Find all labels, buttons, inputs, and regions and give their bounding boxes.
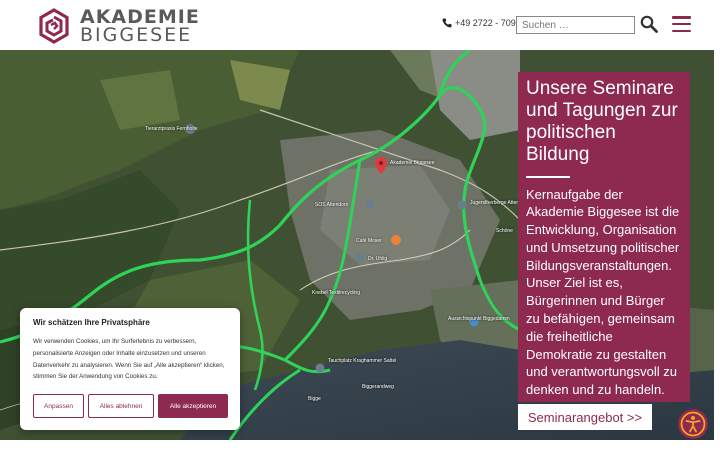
phone-icon: [442, 18, 452, 28]
search-icon: [640, 15, 658, 33]
cookie-text: Wir verwenden Cookies, um Ihr Surferlebn…: [33, 338, 225, 381]
search-button[interactable]: [640, 15, 658, 33]
phone-number: +49 2722 - 709-0: [455, 18, 524, 28]
customize-button[interactable]: Anpassen: [33, 394, 84, 418]
map-label-sos: SOS Attendorn: [315, 202, 349, 208]
map-label-akademie: Akademie Biggesee: [390, 160, 435, 166]
map-label-tauch: Tauchplatz Kraghammer Sattel: [328, 358, 397, 364]
accessibility-icon: [680, 411, 706, 437]
site-logo[interactable]: AKADEMIE BIGGESEE: [36, 8, 200, 46]
panel-title: Unsere Seminare und Tagungen zur politis…: [526, 78, 678, 165]
panel-divider: [526, 176, 570, 178]
hamburger-menu-icon[interactable]: [672, 16, 691, 32]
phone-link[interactable]: +49 2722 - 709-0: [442, 18, 524, 28]
map-label-aussicht: Aussichtspunkt Biggedamm: [448, 316, 510, 322]
map-label-knebel: Knebel Textilrecycling: [312, 290, 360, 296]
map-label-uhlig: Dr. Uhlig: [368, 256, 388, 262]
seminar-offer-button[interactable]: Seminarangebot >>: [518, 404, 652, 430]
map-label-bigge: Bigge: [308, 396, 321, 402]
logo-line-2: BIGGESEE: [80, 24, 193, 46]
page-edge: [714, 50, 720, 440]
spiral-logo-icon: [39, 8, 69, 44]
map-label-cafe: Café Moser: [356, 238, 382, 244]
reject-all-button[interactable]: Alles ablehnen: [88, 394, 154, 418]
map-label-biggerand: Biggerandweg: [362, 384, 394, 390]
cookie-title: Wir schätzen Ihre Privatsphäre: [33, 318, 150, 327]
panel-text: Kernaufgabe der Akademie Biggesee ist di…: [526, 186, 680, 398]
accept-all-button[interactable]: Alle akzeptieren: [158, 394, 228, 418]
cookie-buttons: Anpassen Alles ablehnen Alle akzeptieren: [33, 394, 228, 418]
search-input[interactable]: [516, 16, 635, 34]
map-label-tierarzt: Tierarztpraxis Fernholte: [145, 126, 198, 132]
accessibility-button[interactable]: [678, 409, 708, 439]
info-panel: Unsere Seminare und Tagungen zur politis…: [518, 72, 690, 402]
site-header: AKADEMIE BIGGESEE +49 2722 - 709-0: [0, 0, 720, 50]
page: AKADEMIE BIGGESEE +49 2722 - 709-0 Suche…: [0, 0, 720, 450]
map-label-schone: Schöne: [496, 228, 513, 234]
cookie-banner: Wir schätzen Ihre Privatsphäre Wir verwe…: [20, 308, 240, 430]
